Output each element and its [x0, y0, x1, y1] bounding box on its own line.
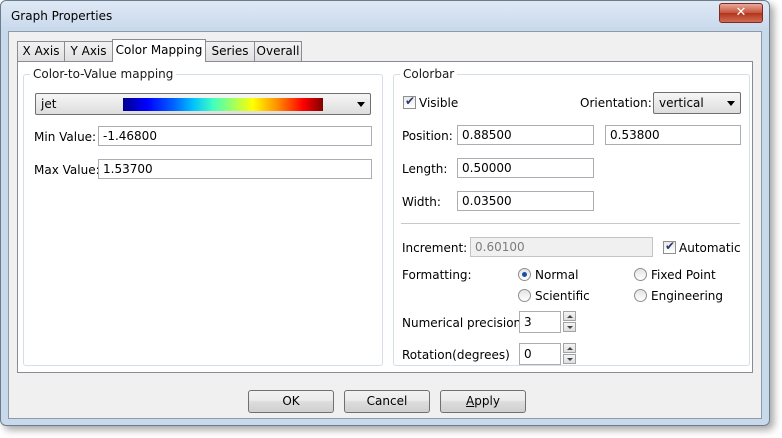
visible-label: Visible	[419, 96, 459, 110]
length-input[interactable]: 0.50000	[457, 158, 594, 178]
max-value-input[interactable]: 1.53700	[98, 159, 372, 179]
chevron-down-icon	[357, 102, 365, 107]
width-input[interactable]: 0.03500	[457, 191, 594, 211]
tab-x-axis[interactable]: X Axis	[17, 41, 65, 61]
radio-engineering[interactable]	[634, 289, 647, 302]
radio-normal[interactable]	[518, 268, 531, 281]
colorbar-group: Colorbar ✔ Visible Orientation: vertical…	[393, 67, 750, 366]
automatic-checkbox[interactable]: ✔	[663, 239, 676, 254]
position-x-input[interactable]: 0.88500	[457, 125, 594, 145]
tab-y-axis[interactable]: Y Axis	[64, 41, 113, 61]
ok-button[interactable]: OK	[248, 390, 334, 413]
radio-selected-dot	[522, 272, 527, 277]
radio-normal-label: Normal	[535, 268, 579, 282]
spin-up-icon[interactable]	[563, 311, 576, 321]
radio-scientific[interactable]	[518, 289, 531, 302]
increment-label: Increment:	[402, 241, 468, 255]
orientation-label: Orientation:	[580, 96, 652, 110]
spin-down-icon[interactable]	[563, 354, 576, 364]
visible-checkbox[interactable]: ✔	[403, 94, 416, 109]
tab-overall[interactable]: Overall	[254, 41, 302, 61]
precision-spinner[interactable]	[563, 311, 576, 333]
chevron-down-icon	[727, 101, 735, 106]
title-bar[interactable]: Graph Properties ✕	[1, 1, 769, 31]
tab-series[interactable]: Series	[205, 41, 255, 61]
color-to-value-group: Color-to-Value mapping jet Min Value: -1…	[23, 67, 383, 366]
window-title: Graph Properties	[11, 9, 113, 23]
close-button[interactable]: ✕	[719, 3, 763, 23]
colormap-preview	[123, 98, 323, 111]
colormap-name: jet	[41, 97, 57, 111]
formatting-label: Formatting:	[402, 268, 472, 282]
min-value-input[interactable]: -1.46800	[98, 126, 372, 146]
precision-label: Numerical precision	[402, 316, 522, 330]
divider	[401, 223, 740, 224]
color-to-value-title: Color-to-Value mapping	[30, 67, 177, 81]
min-value-label: Min Value:	[34, 130, 97, 144]
orientation-value: vertical	[659, 96, 704, 110]
color-mapping-panel: Color-to-Value mapping jet Min Value: -1…	[17, 61, 753, 373]
colormap-select[interactable]: jet	[35, 93, 371, 115]
spin-down-icon[interactable]	[563, 322, 576, 332]
radio-scientific-label: Scientific	[535, 289, 590, 303]
precision-input[interactable]: 3	[519, 311, 561, 333]
position-label: Position:	[402, 129, 453, 143]
rotation-input[interactable]: 0	[519, 343, 561, 365]
rotation-spinner[interactable]	[563, 343, 576, 365]
check-icon: ✔	[665, 239, 676, 253]
orientation-select[interactable]: vertical	[653, 92, 741, 114]
cancel-button[interactable]: Cancel	[344, 390, 430, 413]
radio-fixed-point-label: Fixed Point	[651, 268, 716, 282]
spin-up-icon[interactable]	[563, 343, 576, 353]
automatic-label: Automatic	[679, 241, 741, 255]
rotation-label: Rotation(degrees)	[402, 348, 510, 362]
tab-color-mapping[interactable]: Color Mapping	[112, 39, 206, 62]
radio-engineering-label: Engineering	[651, 289, 723, 303]
colorbar-title: Colorbar	[400, 67, 458, 81]
apply-button[interactable]: Apply	[440, 390, 526, 413]
close-icon: ✕	[735, 5, 747, 20]
radio-fixed-point[interactable]	[634, 268, 647, 281]
length-label: Length:	[402, 162, 448, 176]
graph-properties-dialog: Graph Properties ✕ X Axis Y Axis Color M…	[0, 0, 770, 426]
dialog-body: X Axis Y Axis Color Mapping Series Overa…	[8, 31, 762, 419]
check-icon: ✔	[405, 94, 416, 108]
max-value-label: Max Value:	[34, 163, 100, 177]
position-y-input[interactable]: 0.53800	[605, 125, 741, 145]
width-label: Width:	[402, 195, 441, 209]
increment-input[interactable]: 0.60100	[470, 237, 653, 257]
